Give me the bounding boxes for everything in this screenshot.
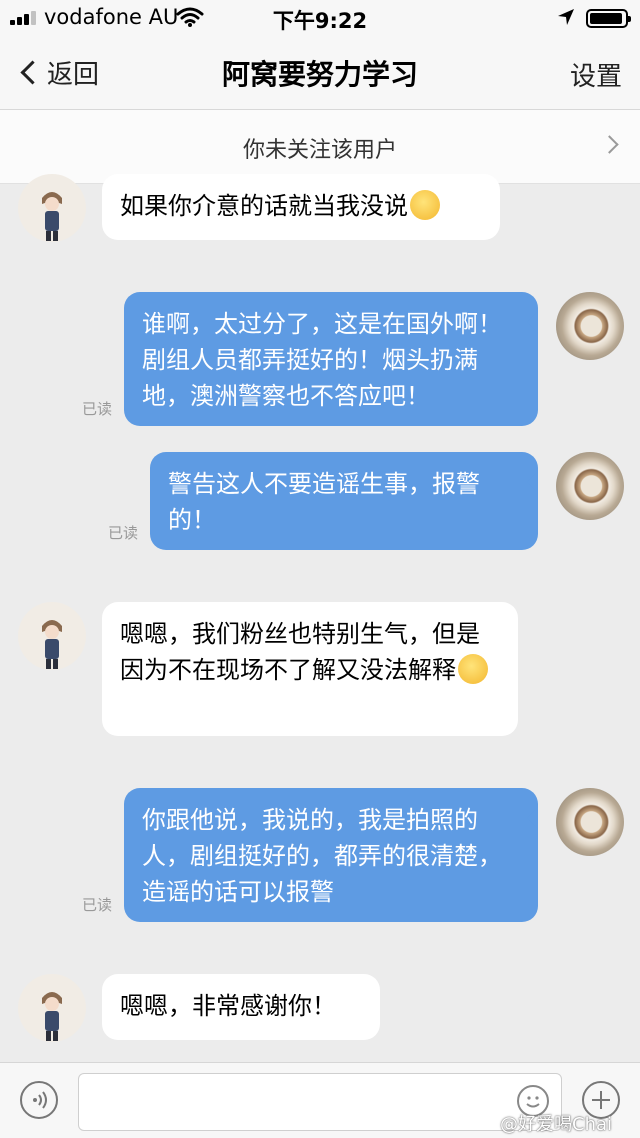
status-bar: vodafone AU 下午9:22	[0, 0, 640, 36]
message-text: 嗯嗯，非常感谢你！	[120, 992, 336, 1020]
read-receipt: 已读	[82, 400, 113, 418]
battery-icon	[586, 9, 631, 28]
blush-emoji-icon	[458, 654, 488, 684]
contact-avatar[interactable]	[18, 602, 86, 670]
blush-emoji-icon	[410, 190, 440, 220]
message-text: 如果你介意的话就当我没说	[120, 192, 408, 220]
nav-bar: 返回 阿窝要努力学习 设置	[0, 36, 640, 110]
read-receipt: 已读	[108, 524, 139, 542]
message-input[interactable]	[78, 1073, 562, 1131]
my-avatar[interactable]	[556, 452, 624, 520]
contact-avatar[interactable]	[18, 174, 86, 242]
location-arrow-icon	[556, 7, 576, 32]
message-bubble-incoming[interactable]: 嗯嗯，非常感谢你！	[102, 974, 380, 1040]
message-bubble-outgoing[interactable]: 谁啊，太过分了，这是在国外啊！剧组人员都弄挺好的！烟头扔满地，澳洲警察也不答应吧…	[124, 292, 538, 426]
battery-level	[590, 13, 623, 24]
contact-avatar[interactable]	[18, 974, 86, 1042]
message-text: 你跟他说，我说的，我是拍照的人，剧组挺好的，都弄的很清楚，造谣的话可以报警	[142, 806, 502, 906]
message-bubble-outgoing[interactable]: 警告这人不要造谣生事，报警的！	[150, 452, 538, 550]
status-time: 下午9:22	[272, 9, 368, 33]
follow-banner-text: 你未关注该用户	[242, 138, 397, 163]
page-title: 阿窝要努力学习	[221, 58, 418, 91]
message-text: 谁啊，太过分了，这是在国外啊！剧组人员都弄挺好的！烟头扔满地，澳洲警察也不答应吧…	[142, 310, 502, 410]
settings-button[interactable]: 设置	[570, 56, 622, 93]
voice-input-button[interactable]	[20, 1081, 58, 1119]
message-bubble-incoming[interactable]: 如果你介意的话就当我没说	[102, 174, 500, 240]
message-text: 嗯嗯，我们粉丝也特别生气，但是因为不在现场不了解又没法解释	[120, 620, 480, 684]
sound-wave-icon	[33, 1091, 47, 1109]
message-bubble-incoming[interactable]: 嗯嗯，我们粉丝也特别生气，但是因为不在现场不了解又没法解释	[102, 602, 518, 736]
read-receipt: 已读	[82, 896, 113, 914]
follow-banner[interactable]: 你未关注该用户	[0, 110, 640, 184]
message-text: 警告这人不要造谣生事，报警的！	[168, 470, 480, 534]
my-avatar[interactable]	[556, 292, 624, 360]
my-avatar[interactable]	[556, 788, 624, 856]
watermark: @好爱喝Chai	[500, 1114, 613, 1135]
message-bubble-outgoing[interactable]: 你跟他说，我说的，我是拍照的人，剧组挺好的，都弄的很清楚，造谣的话可以报警	[124, 788, 538, 922]
